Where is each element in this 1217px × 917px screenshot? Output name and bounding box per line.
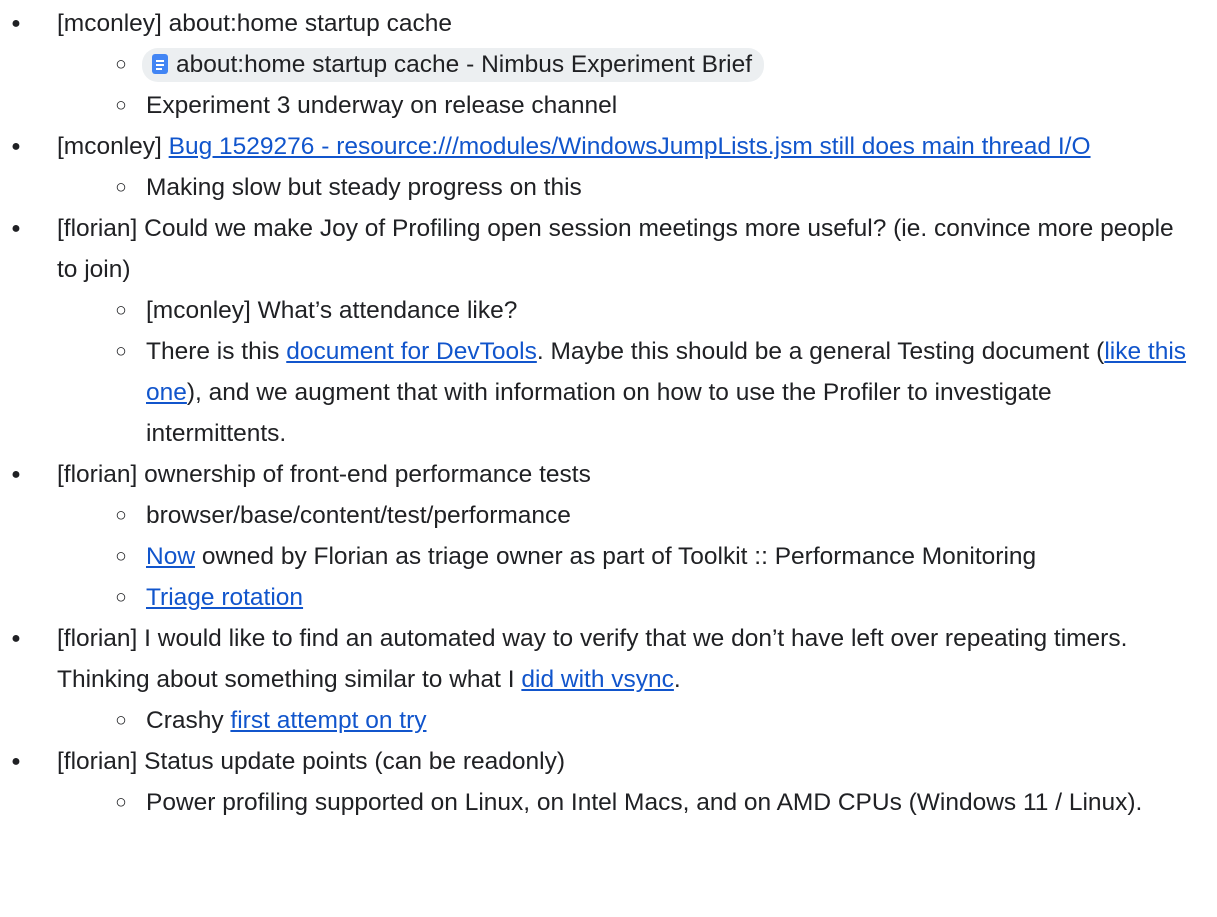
sub-list-item: ○ Making slow but steady progress on thi… xyxy=(0,167,1217,208)
google-doc-icon xyxy=(152,54,168,74)
hollow-bullet-icon: ○ xyxy=(115,95,127,116)
hollow-bullet-icon: ○ xyxy=(115,341,127,362)
item-text-part: . Maybe this should be a general Testing… xyxy=(536,338,1105,365)
item-prefix: [mconley] xyxy=(57,133,169,160)
sub-list-item: ○ Crashy first attempt on try xyxy=(0,700,1217,741)
hollow-bullet-icon: ○ xyxy=(115,505,127,526)
list-item: ● [mconley] Bug 1529276 - resource:///mo… xyxy=(0,126,1217,167)
list-item: ● [florian] Could we make Joy of Profili… xyxy=(0,208,1217,290)
sub-list-item: ○ There is this document for DevTools. M… xyxy=(0,331,1217,454)
list-item: ● [mconley] about:home startup cache xyxy=(0,3,1217,44)
hollow-bullet-icon: ○ xyxy=(115,54,127,75)
sub-list-item: ○ Experiment 3 underway on release chann… xyxy=(0,85,1217,126)
hollow-bullet-icon: ○ xyxy=(115,177,127,198)
hollow-bullet-icon: ○ xyxy=(115,587,127,608)
item-text-part: . xyxy=(673,666,681,693)
item-text: owned by Florian as triage owner as part… xyxy=(195,543,1037,570)
item-text: [florian] Status update points (can be r… xyxy=(57,748,566,775)
hollow-bullet-icon: ○ xyxy=(115,710,127,731)
item-text: Experiment 3 underway on release channel xyxy=(146,92,618,119)
sub-list-item: ○ browser/base/content/test/performance xyxy=(0,495,1217,536)
try-attempt-link[interactable]: first attempt on try xyxy=(230,707,426,734)
document-body: ● [mconley] about:home startup cache ○ a… xyxy=(0,0,1217,823)
bullet-icon: ● xyxy=(11,220,21,237)
bullet-icon: ● xyxy=(11,630,21,647)
hollow-bullet-icon: ○ xyxy=(115,300,127,321)
list-item: ● [florian] Status update points (can be… xyxy=(0,741,1217,782)
sub-list-item: ○ [mconley] What’s attendance like? xyxy=(0,290,1217,331)
sub-list-item: ○ Now owned by Florian as triage owner a… xyxy=(0,536,1217,577)
sub-list-item: ○ Triage rotation xyxy=(0,577,1217,618)
chip-label: about:home startup cache - Nimbus Experi… xyxy=(176,51,753,78)
item-prefix: Crashy xyxy=(146,707,231,734)
item-text: Power profiling supported on Linux, on I… xyxy=(146,789,1143,816)
bug-link[interactable]: Bug 1529276 - resource:///modules/Window… xyxy=(169,133,1091,160)
sub-list-item: ○ Power profiling supported on Linux, on… xyxy=(0,782,1217,823)
bullet-icon: ● xyxy=(11,753,21,770)
vsync-link[interactable]: did with vsync xyxy=(521,666,674,693)
item-text: [florian] Could we make Joy of Profiling… xyxy=(57,215,1174,283)
item-text: [florian] ownership of front-end perform… xyxy=(57,461,591,488)
item-text-part: There is this xyxy=(146,338,287,365)
bullet-icon: ● xyxy=(11,138,21,155)
bullet-icon: ● xyxy=(11,466,21,483)
now-link[interactable]: Now xyxy=(146,543,195,570)
item-text: [mconley] What’s attendance like? xyxy=(146,297,518,324)
item-text: Making slow but steady progress on this xyxy=(146,174,582,201)
doc-smart-chip[interactable]: about:home startup cache - Nimbus Experi… xyxy=(142,48,765,82)
list-item: ● [florian] I would like to find an auto… xyxy=(0,618,1217,700)
item-text: [mconley] about:home startup cache xyxy=(57,10,452,37)
item-text-part: ), and we augment that with information … xyxy=(146,379,1052,447)
bullet-icon: ● xyxy=(11,15,21,32)
sub-list-item: ○ about:home startup cache - Nimbus Expe… xyxy=(0,44,1217,85)
list-item: ● [florian] ownership of front-end perfo… xyxy=(0,454,1217,495)
devtools-doc-link[interactable]: document for DevTools xyxy=(286,338,537,365)
hollow-bullet-icon: ○ xyxy=(115,792,127,813)
hollow-bullet-icon: ○ xyxy=(115,546,127,567)
item-text: browser/base/content/test/performance xyxy=(146,502,571,529)
triage-rotation-link[interactable]: Triage rotation xyxy=(146,584,303,611)
